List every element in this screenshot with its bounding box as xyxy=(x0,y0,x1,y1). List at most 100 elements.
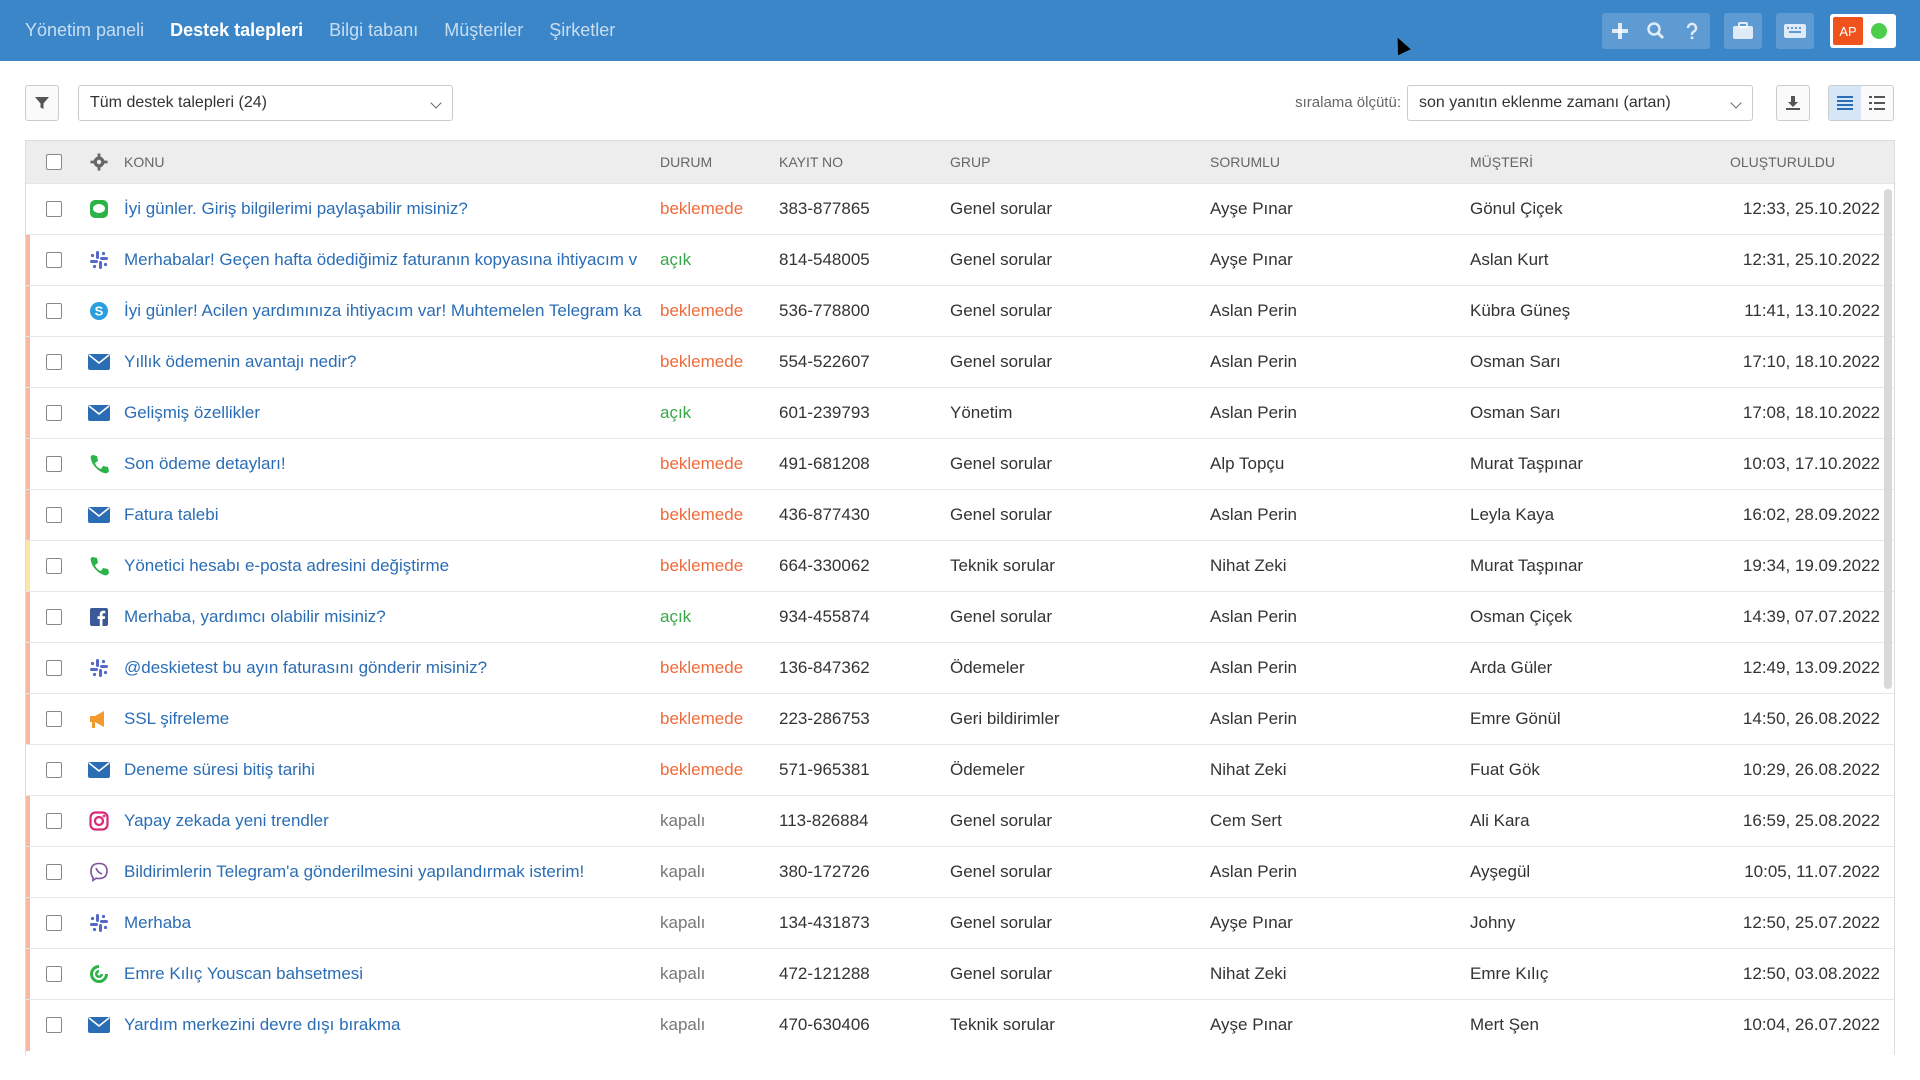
row-checkbox[interactable] xyxy=(46,966,62,982)
col-status[interactable]: DURUM xyxy=(660,154,779,170)
ticket-subject-link[interactable]: @deskietest bu ayın faturasını gönderir … xyxy=(116,658,660,678)
ticket-subject-link[interactable]: SSL şifreleme xyxy=(116,709,660,729)
nav-item-customers[interactable]: Müşteriler xyxy=(444,20,523,41)
row-checkbox[interactable] xyxy=(46,303,62,319)
nav-item-dashboard[interactable]: Yönetim paneli xyxy=(25,20,144,41)
row-checkbox[interactable] xyxy=(46,405,62,421)
ticket-created: 12:50, 03.08.2022 xyxy=(1742,964,1880,983)
ticket-group: Genel sorular xyxy=(950,811,1053,830)
ticket-subject-link[interactable]: Bildirimlerin Telegram'a gönderilmesini … xyxy=(116,862,660,882)
table-row[interactable]: İyi günler. Giriş bilgilerimi paylaşabil… xyxy=(26,183,1894,234)
table-row[interactable]: Yapay zekada yeni trendler kapalı 113-8268… xyxy=(26,795,1894,847)
priority-indicator xyxy=(26,490,30,541)
ticket-id: 664-330062 xyxy=(779,556,870,575)
ticket-created: 10:05, 11.07.2022 xyxy=(1744,862,1880,881)
col-subject[interactable]: KONU xyxy=(116,154,660,170)
ticket-created: 12:33, 25.10.2022 xyxy=(1742,199,1880,218)
user-menu[interactable]: AP xyxy=(1830,14,1896,48)
table-row[interactable]: Merhabalar! Geçen hafta ödediğimiz fatur… xyxy=(26,234,1894,286)
row-checkbox[interactable] xyxy=(46,354,62,370)
ticket-subject-link[interactable]: Merhabalar! Geçen hafta ödediğimiz fatur… xyxy=(116,250,660,270)
ticket-created: 10:04, 26.07.2022 xyxy=(1742,1015,1880,1034)
scrollbar[interactable] xyxy=(1884,189,1892,689)
plus-icon[interactable] xyxy=(1602,13,1638,49)
row-checkbox[interactable] xyxy=(46,609,62,625)
download-button[interactable] xyxy=(1776,85,1810,121)
row-checkbox[interactable] xyxy=(46,201,62,217)
row-checkbox[interactable] xyxy=(46,456,62,472)
ticket-subject-link[interactable]: Merhaba xyxy=(116,913,660,933)
keyboard-icon[interactable] xyxy=(1776,13,1814,49)
ticket-subject-link[interactable]: Gelişmiş özellikler xyxy=(116,403,660,423)
col-group[interactable]: GRUP xyxy=(950,154,1210,170)
table-row[interactable]: Bildirimlerin Telegram'a gönderilmesini … xyxy=(26,846,1894,898)
ticket-subject-link[interactable]: Son ödeme detayları! xyxy=(116,454,660,474)
nav-item-companies[interactable]: Şirketler xyxy=(549,20,615,41)
list-view-button[interactable] xyxy=(1829,86,1861,120)
ticket-subject-link[interactable]: Deneme süresi bitiş tarihi xyxy=(116,760,660,780)
ticket-id: 383-877865 xyxy=(779,199,870,218)
ticket-subject-link[interactable]: Fatura talebi xyxy=(116,505,660,525)
question-icon[interactable] xyxy=(1674,13,1710,49)
row-checkbox[interactable] xyxy=(46,915,62,931)
row-checkbox[interactable] xyxy=(46,252,62,268)
briefcase-icon[interactable] xyxy=(1724,13,1762,49)
list-icon xyxy=(1837,96,1853,110)
compact-view-button[interactable] xyxy=(1861,86,1893,120)
ticket-subject-link[interactable]: Emre Kılıç Youscan bahsetmesi xyxy=(116,964,660,984)
viber-icon xyxy=(82,862,116,882)
ticket-subject-link[interactable]: Yıllık ödemenin avantajı nedir? xyxy=(116,352,660,372)
nav-item-tickets[interactable]: Destek talepleri xyxy=(170,20,303,41)
ticket-responsible: Alp Topçu xyxy=(1210,454,1285,473)
ticket-customer: Murat Taşpınar xyxy=(1470,556,1584,575)
ticket-status: kapalı xyxy=(660,913,706,932)
table-row[interactable]: Yönetici hesabı e-posta adresini değişti… xyxy=(26,540,1894,592)
table-row[interactable]: @deskietest bu ayın faturasını gönderir … xyxy=(26,642,1894,694)
table-row[interactable]: Emre Kılıç Youscan bahsetmesi kapalı 472-1… xyxy=(26,948,1894,1000)
select-all-checkbox[interactable] xyxy=(46,154,62,170)
col-created[interactable]: OLUŞTURULDU xyxy=(1730,154,1880,170)
row-checkbox[interactable] xyxy=(46,762,62,778)
ticket-subject-link[interactable]: İyi günler! Acilen yardımınıza ihtiyacım… xyxy=(116,301,660,321)
ticket-subject-link[interactable]: Yönetici hesabı e-posta adresini değişti… xyxy=(116,556,660,576)
col-customer[interactable]: MÜŞTERİ xyxy=(1470,154,1730,170)
ticket-id: 814-548005 xyxy=(779,250,870,269)
ticket-id: 470-630406 xyxy=(779,1015,870,1034)
table-row[interactable]: Yardım merkezini devre dışı bırakma kapal… xyxy=(26,999,1894,1051)
row-checkbox[interactable] xyxy=(46,1017,62,1033)
row-checkbox[interactable] xyxy=(46,864,62,880)
ticket-subject-link[interactable]: Yapay zekada yeni trendler xyxy=(116,811,660,831)
row-checkbox[interactable] xyxy=(46,507,62,523)
table-row[interactable]: Yıllık ödemenin avantajı nedir? beklemede… xyxy=(26,336,1894,388)
row-checkbox[interactable] xyxy=(46,711,62,727)
email-icon xyxy=(82,354,116,370)
ticket-subject-link[interactable]: Yardım merkezini devre dışı bırakma xyxy=(116,1015,660,1035)
search-icon[interactable] xyxy=(1638,13,1674,49)
ticket-responsible: Ayşe Pınar xyxy=(1210,1015,1293,1034)
nav-item-knowledge-base[interactable]: Bilgi tabanı xyxy=(329,20,418,41)
top-navigation-bar: Yönetim paneli Destek talepleri Bilgi ta… xyxy=(0,0,1920,61)
table-row[interactable]: Deneme süresi bitiş tarihi beklemede 571-9… xyxy=(26,744,1894,795)
ticket-id: 136-847362 xyxy=(779,658,870,677)
table-row[interactable]: Merhaba, yardımcı olabilir misiniz? açık 9… xyxy=(26,591,1894,643)
table-row[interactable]: Fatura talebi beklemede 436-877430 Genel so… xyxy=(26,489,1894,541)
gear-icon[interactable] xyxy=(90,153,108,171)
ticket-customer: Mert Şen xyxy=(1470,1015,1539,1034)
table-row[interactable]: S İyi günler! Acilen yardımınıza ihtiyacı… xyxy=(26,285,1894,337)
row-checkbox[interactable] xyxy=(46,813,62,829)
ticket-subject-link[interactable]: Merhaba, yardımcı olabilir misiniz? xyxy=(116,607,660,627)
col-responsible[interactable]: SORUMLU xyxy=(1210,154,1470,170)
ticket-responsible: Aslan Perin xyxy=(1210,403,1297,422)
row-checkbox[interactable] xyxy=(46,660,62,676)
table-row[interactable]: Son ödeme detayları! beklemede 491-681208 G… xyxy=(26,438,1894,490)
sort-select[interactable]: son yanıtın eklenme zamanı (artan) xyxy=(1407,85,1753,121)
table-row[interactable]: Gelişmiş özellikler açık 601-239793 Yönetim… xyxy=(26,387,1894,439)
col-id[interactable]: KAYIT NO xyxy=(779,154,950,170)
priority-indicator xyxy=(26,1000,30,1051)
row-checkbox[interactable] xyxy=(46,558,62,574)
ticket-view-select[interactable]: Tüm destek talepleri (24) xyxy=(78,85,453,121)
ticket-subject-link[interactable]: İyi günler. Giriş bilgilerimi paylaşabil… xyxy=(116,199,660,219)
filter-button[interactable] xyxy=(25,85,59,121)
table-row[interactable]: Merhaba kapalı 134-431873 Genel sorular Ayşe… xyxy=(26,897,1894,949)
table-row[interactable]: SSL şifreleme beklemede 223-286753 Geri bil… xyxy=(26,693,1894,745)
